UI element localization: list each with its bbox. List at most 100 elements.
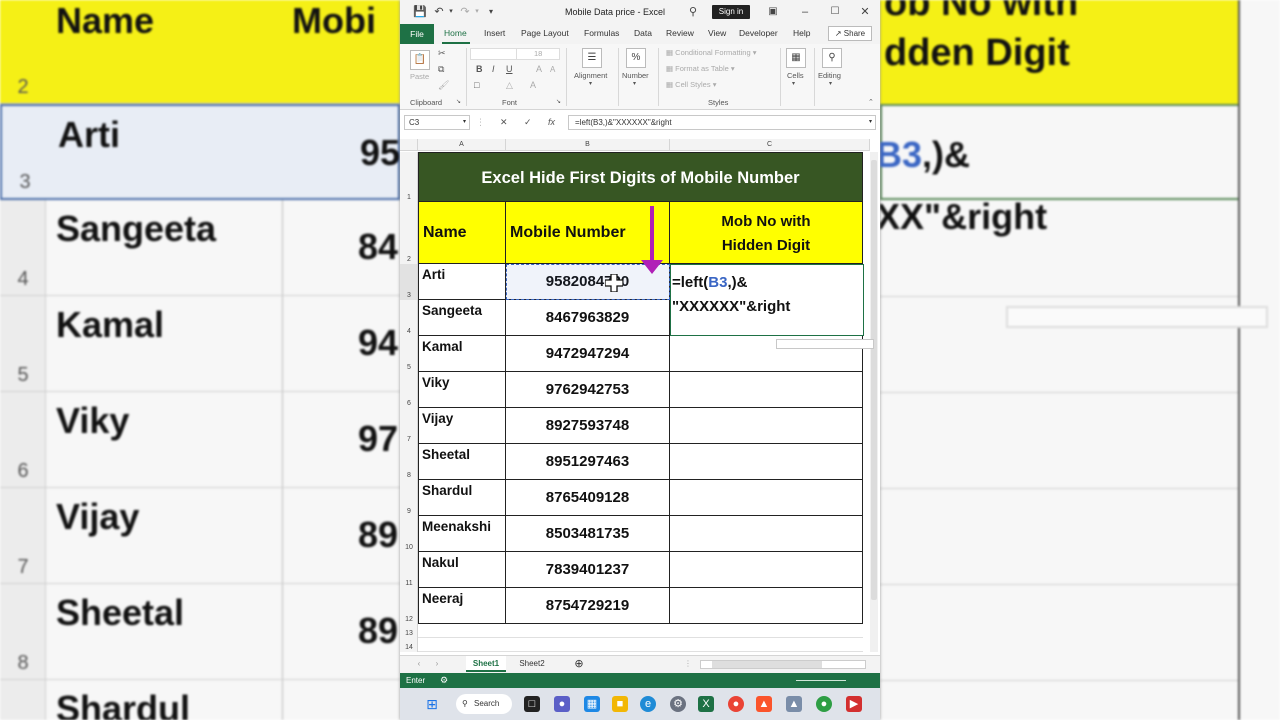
cancel-icon[interactable]: ✕ bbox=[500, 117, 508, 128]
alignment-icon[interactable]: ☰ bbox=[582, 48, 602, 68]
settings-icon[interactable]: ⚙ bbox=[670, 696, 686, 712]
name-cell[interactable]: Meenakshi bbox=[418, 516, 506, 552]
name-cell[interactable]: Viky bbox=[418, 372, 506, 408]
row-header[interactable]: 2 bbox=[400, 202, 418, 264]
chevron-down-icon[interactable]: ▾ bbox=[444, 5, 458, 19]
media-icon[interactable]: ▶ bbox=[846, 696, 862, 712]
hidden-digit-cell[interactable] bbox=[670, 408, 863, 444]
mobile-cell[interactable]: 8503481735 bbox=[506, 516, 670, 552]
alignment-button[interactable]: Alignment bbox=[574, 71, 607, 80]
name-cell[interactable]: Sangeeta bbox=[418, 300, 506, 336]
row-header[interactable]: 11 bbox=[400, 552, 418, 588]
horizontal-scroll-thumb[interactable] bbox=[712, 661, 822, 668]
sign-in-button[interactable]: Sign in bbox=[712, 5, 750, 19]
maximize-icon[interactable]: ☐ bbox=[828, 5, 842, 19]
name-box[interactable]: C3 ▾ bbox=[404, 115, 470, 130]
row-header[interactable]: 6 bbox=[400, 372, 418, 408]
tab-help[interactable]: Help bbox=[793, 28, 810, 38]
hidden-digit-cell[interactable] bbox=[670, 480, 863, 516]
editing-button[interactable]: Editing bbox=[818, 71, 841, 80]
copy-icon[interactable]: ⧉ bbox=[438, 64, 444, 75]
increase-font-icon[interactable]: A bbox=[536, 64, 542, 74]
row-header[interactable]: 8 bbox=[400, 444, 418, 480]
italic-icon[interactable]: I bbox=[492, 64, 495, 74]
collapse-ribbon-icon[interactable]: ⌃ bbox=[868, 98, 874, 106]
cells-icon[interactable]: ▦ bbox=[786, 48, 806, 68]
cell-styles-button[interactable]: ▦ Cell Styles ▾ bbox=[666, 80, 716, 89]
mobile-cell[interactable]: 8927593748 bbox=[506, 408, 670, 444]
name-cell[interactable]: Vijay bbox=[418, 408, 506, 444]
hidden-digit-cell[interactable] bbox=[670, 372, 863, 408]
chrome-icon[interactable]: ● bbox=[728, 696, 744, 712]
mobile-cell[interactable]: 8467963829 bbox=[506, 300, 670, 336]
name-cell[interactable]: Kamal bbox=[418, 336, 506, 372]
header-name-cell[interactable]: Name bbox=[418, 202, 506, 264]
column-header-c[interactable]: C bbox=[670, 139, 870, 151]
row-header[interactable]: 7 bbox=[400, 408, 418, 444]
decrease-font-icon[interactable]: A bbox=[550, 65, 555, 74]
header-hidden-cell[interactable]: Mob No with Hidden Digit bbox=[670, 202, 863, 264]
tab-file[interactable]: File bbox=[400, 24, 434, 44]
name-cell[interactable]: Nakul bbox=[418, 552, 506, 588]
empty-row[interactable] bbox=[418, 624, 863, 638]
cut-icon[interactable]: ✂ bbox=[438, 48, 446, 59]
customize-toolbar-icon[interactable]: ▾ bbox=[484, 5, 498, 19]
brave-icon[interactable]: ▲ bbox=[756, 696, 772, 712]
hidden-digit-cell[interactable] bbox=[670, 588, 863, 624]
format-as-table-button[interactable]: ▦ Format as Table ▾ bbox=[666, 64, 735, 73]
row-header[interactable]: 10 bbox=[400, 516, 418, 552]
maps-icon[interactable]: ● bbox=[816, 696, 832, 712]
excel-icon[interactable]: X bbox=[698, 696, 714, 712]
sheet-title-cell[interactable]: Excel Hide First Digits of Mobile Number bbox=[418, 152, 863, 202]
taskbar-search[interactable]: ⚲ Search bbox=[456, 694, 512, 714]
tab-developer[interactable]: Developer bbox=[739, 28, 778, 38]
font-size-box[interactable]: 18 bbox=[534, 49, 542, 58]
photos-icon[interactable]: ▲ bbox=[786, 696, 802, 712]
search-icon[interactable]: ⚲ bbox=[686, 5, 700, 19]
formula-input[interactable]: =left(B3,)&"XXXXXX"&right ▾ bbox=[568, 115, 876, 130]
search-icon[interactable]: ⚲ bbox=[822, 48, 842, 68]
close-icon[interactable]: ✕ bbox=[858, 5, 872, 19]
edge-icon[interactable]: e bbox=[640, 696, 656, 712]
format-painter-icon[interactable]: 🖌 bbox=[438, 80, 449, 91]
row-header[interactable]: 12 bbox=[400, 588, 418, 624]
row-header[interactable]: 3 bbox=[400, 264, 418, 300]
task-view-icon[interactable]: □ bbox=[524, 696, 540, 712]
minimize-icon[interactable]: – bbox=[798, 5, 812, 19]
vertical-scroll-thumb[interactable] bbox=[871, 160, 877, 600]
tab-formulas[interactable]: Formulas bbox=[584, 28, 619, 38]
mobile-cell[interactable]: 7839401237 bbox=[506, 552, 670, 588]
column-header-a[interactable]: A bbox=[418, 139, 506, 151]
name-cell[interactable]: Neeraj bbox=[418, 588, 506, 624]
mobile-cell[interactable]: 8754729219 bbox=[506, 588, 670, 624]
mobile-cell[interactable]: 9762942753 bbox=[506, 372, 670, 408]
scroll-left-icon[interactable]: ‹ bbox=[414, 656, 424, 672]
empty-row[interactable] bbox=[418, 638, 863, 652]
sheet-tab-sheet1[interactable]: Sheet1 bbox=[466, 656, 506, 672]
zoom-slider[interactable] bbox=[796, 680, 846, 681]
select-all-corner[interactable] bbox=[400, 139, 418, 151]
active-cell-c3[interactable]: =left(B3,)& "XXXXXX"&right bbox=[670, 264, 864, 336]
row-header[interactable]: 1 bbox=[400, 152, 418, 202]
tab-view[interactable]: View bbox=[708, 28, 726, 38]
row-header[interactable]: 5 bbox=[400, 336, 418, 372]
file-explorer-icon[interactable]: ■ bbox=[612, 696, 628, 712]
bold-icon[interactable]: B bbox=[476, 64, 483, 74]
row-header[interactable]: 4 bbox=[400, 300, 418, 336]
fill-color-icon[interactable]: △ bbox=[506, 80, 513, 91]
paste-button[interactable]: Paste bbox=[410, 72, 429, 81]
cells-button[interactable]: Cells bbox=[787, 71, 804, 80]
header-mobile-cell[interactable]: Mobile Number bbox=[506, 202, 670, 264]
save-icon[interactable]: 💾 bbox=[413, 5, 427, 19]
font-launcher-icon[interactable]: ↘ bbox=[556, 98, 561, 105]
tab-page-layout[interactable]: Page Layout bbox=[521, 28, 569, 38]
mobile-cell[interactable]: 8765409128 bbox=[506, 480, 670, 516]
insert-function-icon[interactable]: fx bbox=[548, 117, 555, 127]
row-header[interactable]: 14 bbox=[400, 638, 418, 652]
paste-icon[interactable]: 📋 bbox=[410, 50, 430, 70]
chat-icon[interactable]: ● bbox=[554, 696, 570, 712]
underline-icon[interactable]: U bbox=[506, 64, 513, 74]
column-header-b[interactable]: B bbox=[506, 139, 670, 151]
borders-icon[interactable]: □ bbox=[474, 80, 479, 90]
number-button[interactable]: Number bbox=[622, 71, 649, 80]
